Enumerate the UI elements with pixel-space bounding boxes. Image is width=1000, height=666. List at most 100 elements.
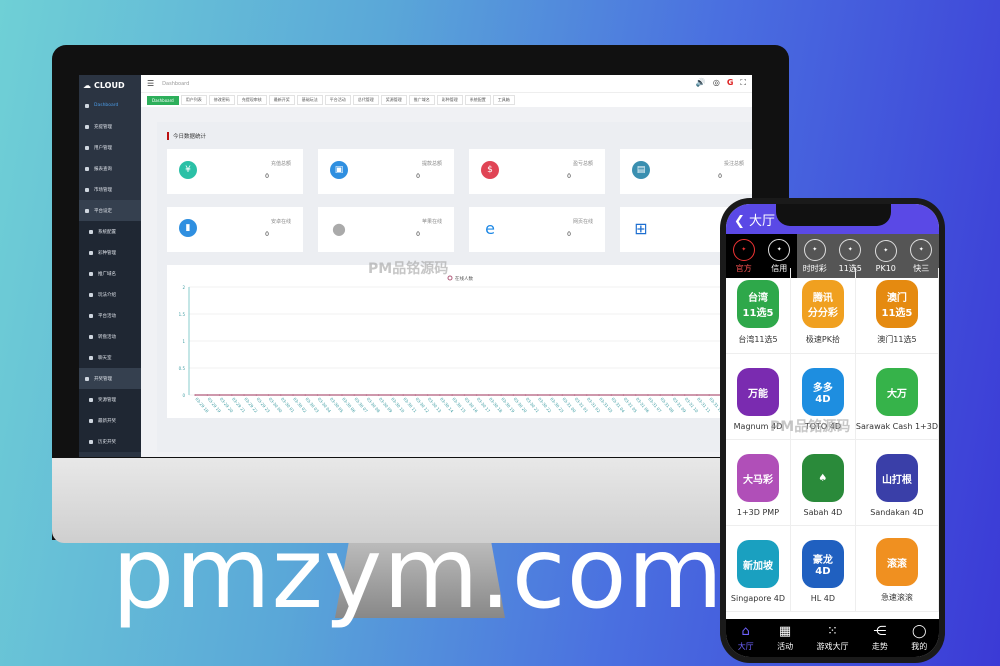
nav-item[interactable]: ◯ 我的 <box>911 624 927 652</box>
sidebar-item-label: 充提管理 <box>94 124 112 130</box>
sidebar-item-label: 报表查询 <box>94 166 112 172</box>
sidebar-item[interactable]: 系统配置 <box>79 221 141 242</box>
tab-item[interactable]: 彩种管理 <box>436 95 463 105</box>
google-icon[interactable]: G <box>727 78 734 88</box>
data-point <box>292 394 294 396</box>
menu-icon <box>89 334 93 339</box>
nav-label: 活动 <box>777 642 794 651</box>
sidebar-item[interactable]: 历史开奖 <box>79 431 141 452</box>
tab-item[interactable]: 推广域名 <box>408 95 435 105</box>
data-point <box>500 394 502 396</box>
phone-notch <box>776 204 891 226</box>
game-item[interactable]: 腾讯 分分彩 极速PK拾 <box>790 268 856 354</box>
sidebar-item[interactable]: 奖源管理 <box>79 389 141 410</box>
sidebar-item[interactable]: 最新开奖 <box>79 410 141 431</box>
sidebar-item[interactable]: 平台活动 <box>79 305 141 326</box>
game-name: HL 4D <box>810 594 836 603</box>
tab-item[interactable]: 系统配置 <box>464 95 491 105</box>
sidebar-item[interactable]: 推广域名 <box>79 263 141 284</box>
sidebar-item[interactable]: 聊天室 <box>79 347 141 368</box>
nav-item[interactable]: ▦ 活动 <box>777 624 793 652</box>
menu-toggle-icon[interactable]: ☰ <box>147 79 154 88</box>
sidebar-item-label: 平台活动 <box>98 313 116 319</box>
breadcrumb: Dashboard <box>162 80 190 87</box>
data-point <box>439 394 441 396</box>
sidebar-item[interactable]: 充提管理 <box>79 116 141 137</box>
sidebar-item[interactable]: 彩种管理 <box>79 242 141 263</box>
data-point <box>634 394 637 396</box>
sidebar-item[interactable]: 平台设定 <box>79 200 141 221</box>
sidebar-item-label: 玩法介绍 <box>98 292 116 298</box>
stat-card: ▮ 安卓在线 0 <box>167 207 303 252</box>
stat-value: 0 <box>265 231 269 238</box>
data-point <box>402 394 404 396</box>
game-item[interactable]: 滚滚 急速滚滚 <box>855 526 939 612</box>
tab-item[interactable]: 基础玩法 <box>296 95 323 105</box>
sidebar-item[interactable]: 用户管理 <box>79 137 141 158</box>
game-item[interactable]: 山打根 Sandakan 4D <box>855 440 939 526</box>
lottery-icon: ✦ <box>732 238 755 261</box>
stat-label: 盈亏总额 <box>572 161 593 167</box>
game-item[interactable]: 新加坡 Singapore 4D <box>726 526 791 612</box>
y-tick-label: 0 <box>182 393 185 398</box>
tab-item[interactable]: 修改密码 <box>208 95 235 105</box>
legend-marker <box>447 275 453 281</box>
data-point <box>451 394 453 396</box>
game-item[interactable]: 大万 Sarawak Cash 1+3D <box>855 354 939 440</box>
tab-item[interactable]: 充提现审核 <box>236 95 267 105</box>
sidebar-item[interactable]: 开奖管理 <box>79 368 141 389</box>
wallet-icon: ▣ <box>330 161 348 179</box>
tab-item[interactable]: 奖源管理 <box>380 95 407 105</box>
game-logo-icon: 澳门 11选5 <box>875 280 918 328</box>
grid-icon: ⁙ <box>827 624 838 639</box>
tab-item[interactable]: 总代管理 <box>352 95 379 105</box>
sidebar-item[interactable]: 市场管理 <box>79 179 141 200</box>
lottery-icon: ✦ <box>874 239 897 262</box>
game-item[interactable]: 豪龙 4D HL 4D <box>790 526 856 612</box>
sidebar-item-label: 用户管理 <box>94 145 112 151</box>
data-point <box>267 394 270 396</box>
sidebar-item[interactable]: 转盘活动 <box>79 326 141 347</box>
globe-icon[interactable]: ◎ <box>713 78 720 88</box>
back-icon[interactable]: ❮ <box>734 214 745 229</box>
stat-value: 0 <box>567 173 571 180</box>
tab-item[interactable]: 最新开奖 <box>268 95 295 105</box>
sidebar-item-label: 系统配置 <box>98 229 116 235</box>
lottery-icon: ✦ <box>803 238 826 261</box>
sidebar-item[interactable]: Dashboard <box>79 95 141 116</box>
tab-item[interactable]: 用户列表 <box>180 95 207 105</box>
nav-item[interactable]: ⌂ 大厅 <box>738 624 754 652</box>
nav-item[interactable]: ⁙ 游戏大厅 <box>816 624 848 652</box>
stat-card: ● 苹果在线 0 <box>318 207 454 252</box>
data-point <box>194 394 196 396</box>
menu-icon <box>85 124 89 129</box>
data-point <box>279 394 282 396</box>
sidebar-item[interactable]: 玩法介绍 <box>79 284 141 305</box>
data-point <box>610 394 613 396</box>
stat-card: $ 盈亏总额 0 <box>469 149 605 194</box>
nav-item[interactable]: ⋲ 走势 <box>872 624 888 652</box>
stat-label: 网页在线 <box>572 219 593 225</box>
game-item[interactable]: 澳门 11选5 澳门11选5 <box>855 268 939 354</box>
sidebar-item-label: Dashboard <box>94 103 119 108</box>
tab-item[interactable]: 平台活动 <box>324 95 351 105</box>
sound-icon[interactable]: 🔊 <box>696 78 706 88</box>
game-item[interactable]: ♠ Sabah 4D <box>790 440 856 526</box>
gift-icon: ▦ <box>778 624 792 639</box>
data-point <box>243 394 245 396</box>
menu-icon <box>89 229 93 234</box>
tab-item[interactable]: 工具箱 <box>492 95 515 105</box>
game-item[interactable]: 大马彩 1+3D PMP <box>726 440 791 526</box>
tab-item[interactable]: Dashboard <box>147 95 179 105</box>
sidebar-item[interactable]: 报表查询 <box>79 158 141 179</box>
sidebar-item-label: 开奖管理 <box>94 376 112 382</box>
tab-bar: Dashboard 用户列表 修改密码 充提现审核 最新开奖 基础玩法 平台活动 总代管理 奖源… <box>141 92 752 107</box>
game-name: 澳门11选5 <box>877 335 917 344</box>
fullscreen-icon[interactable]: ⛶ <box>740 78 746 88</box>
data-point <box>537 394 539 396</box>
legend-label: 在线人数 <box>455 275 473 282</box>
stat-value: 0 <box>718 173 722 180</box>
data-point <box>561 394 564 396</box>
sidebar-item-label: 奖源管理 <box>98 397 116 403</box>
game-item[interactable]: 台湾 11选5 台湾11选5 <box>726 268 791 354</box>
